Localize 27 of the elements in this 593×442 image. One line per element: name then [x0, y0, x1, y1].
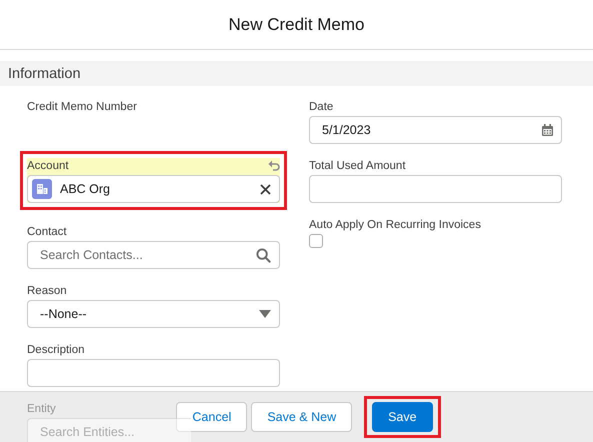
search-icon [256, 248, 271, 262]
field-label: Entity [27, 403, 56, 415]
field-label: Account [27, 160, 69, 172]
lookup-field[interactable]: ABC Org [27, 175, 280, 203]
building-icon [32, 179, 52, 199]
checkbox[interactable] [309, 234, 323, 248]
text-field[interactable] [309, 175, 562, 203]
field-label: Reason [27, 285, 67, 297]
footer-button[interactable]: Cancel [176, 402, 248, 432]
calendar-icon [542, 124, 553, 136]
search-field[interactable]: Search Contacts... [27, 241, 280, 269]
clear-icon[interactable] [260, 184, 271, 194]
field-label: Description [27, 344, 85, 356]
field-label: Date [309, 101, 334, 113]
section-header: Information [0, 61, 593, 86]
select-field[interactable]: --None-- [27, 300, 280, 328]
field-label: Total Used Amount [309, 160, 406, 172]
modal-title: New Credit Memo [228, 14, 365, 34]
date-field[interactable]: 5/1/2023 [309, 116, 562, 144]
caret-icon [259, 310, 271, 318]
field-label: Auto Apply On Recurring Invoices [309, 219, 481, 231]
field-label: Credit Memo Number [27, 101, 137, 113]
undo-icon[interactable] [268, 160, 280, 172]
field-label: Contact [27, 226, 67, 238]
save-button[interactable]: Save [372, 402, 433, 432]
text-field[interactable] [27, 359, 280, 387]
footer-button[interactable]: Save & New [251, 402, 352, 432]
